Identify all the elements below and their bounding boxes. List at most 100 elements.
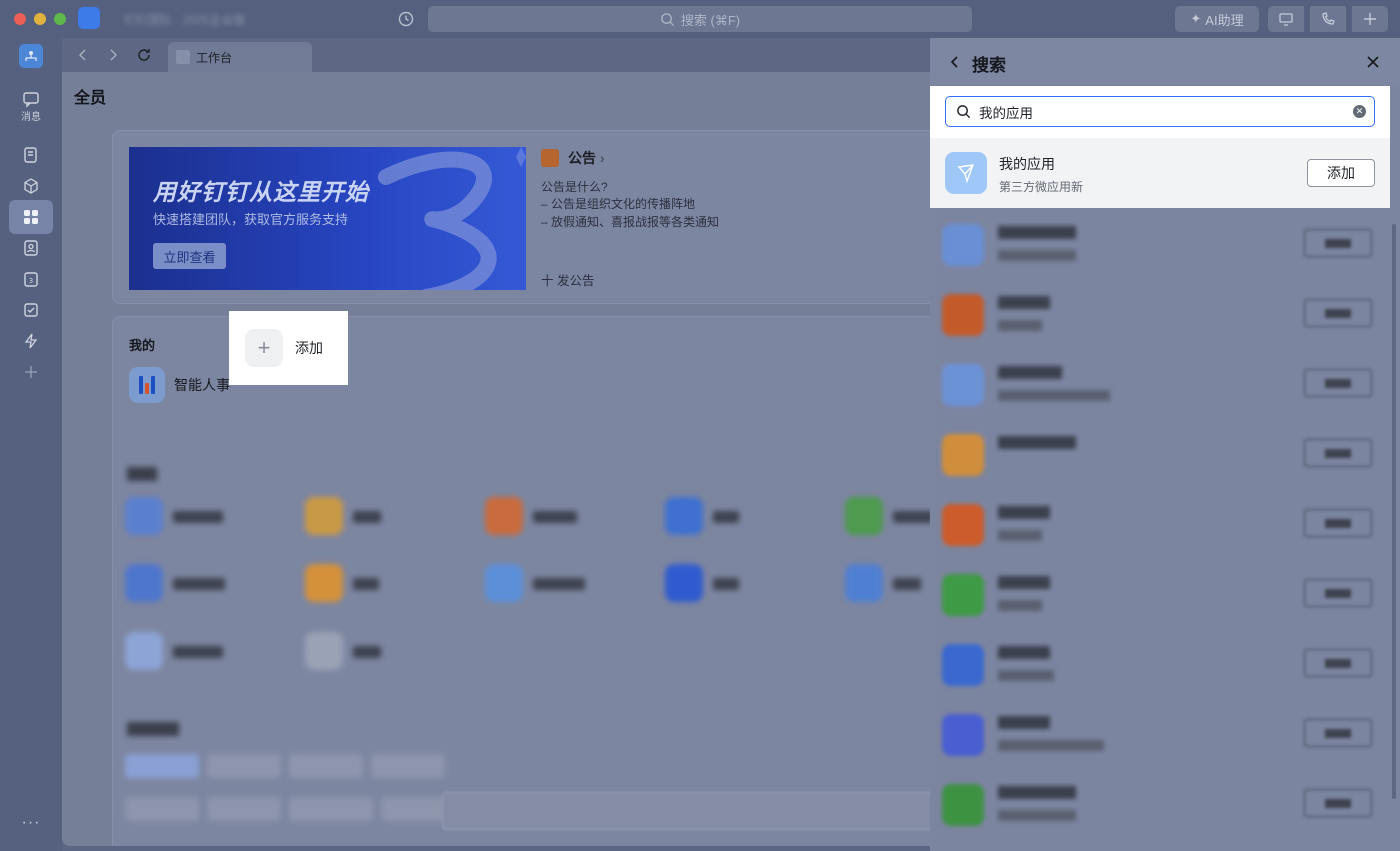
tab-workbench[interactable]: 工作台 <box>168 42 312 72</box>
add-app-button[interactable] <box>1304 719 1372 747</box>
category-tag[interactable] <box>289 797 373 821</box>
app-tile[interactable] <box>845 497 883 535</box>
category-tag[interactable] <box>381 797 445 821</box>
add-app-button[interactable] <box>1304 789 1372 817</box>
app-tile[interactable] <box>485 564 523 602</box>
search-field[interactable]: ✕ <box>945 96 1375 127</box>
list-item[interactable] <box>930 420 1390 490</box>
close-icon[interactable] <box>1364 53 1382 71</box>
list-item[interactable] <box>930 280 1390 350</box>
category-tag[interactable] <box>125 797 199 821</box>
plus-icon <box>25 366 37 378</box>
refresh-button[interactable] <box>135 46 153 64</box>
call-button[interactable] <box>1310 6 1346 32</box>
cube-icon <box>24 178 38 194</box>
list-item[interactable] <box>930 700 1390 770</box>
post-notice-button[interactable]: 十 发公告 <box>541 270 594 289</box>
category-tag[interactable] <box>125 754 199 778</box>
app-tile[interactable] <box>305 632 343 670</box>
global-search-placeholder: 搜索 (⌘F) <box>680 12 741 28</box>
category-tag[interactable] <box>207 797 281 821</box>
app-tile[interactable] <box>305 497 343 535</box>
list-item[interactable] <box>930 490 1390 560</box>
sidebar-item-add[interactable] <box>9 355 53 389</box>
app-icon <box>945 152 987 194</box>
megaphone-icon <box>541 149 559 167</box>
add-app-button[interactable]: 添加 <box>1307 159 1375 187</box>
add-app-button[interactable] <box>1304 439 1372 467</box>
search-result-item[interactable]: 我的应用 第三方微应用新 添加 <box>930 138 1390 208</box>
list-item[interactable] <box>930 350 1390 420</box>
org-name[interactable]: 钉钉团队 · 2025企业版 <box>124 11 284 25</box>
new-button[interactable] <box>1352 6 1388 32</box>
history-icon[interactable] <box>397 10 415 28</box>
document-icon <box>24 147 37 163</box>
search-input[interactable] <box>979 104 1339 119</box>
app-icon <box>942 714 984 756</box>
close-window-button[interactable] <box>14 13 26 25</box>
add-app-button[interactable] <box>1304 369 1372 397</box>
sidebar-item-flash[interactable] <box>9 324 53 358</box>
app-icon <box>942 504 984 546</box>
tab-workbench-label: 工作台 <box>196 50 233 65</box>
result-subtitle <box>998 250 1076 261</box>
sidebar-item-calendar[interactable]: 3 <box>9 262 53 296</box>
result-name <box>998 226 1076 239</box>
sidebar-item-docs[interactable] <box>9 138 53 172</box>
my-apps-card: 我的 智能人事 <box>112 316 930 846</box>
app-tile[interactable] <box>305 564 343 602</box>
add-app-button[interactable] <box>1304 229 1372 257</box>
add-app-button[interactable] <box>1304 579 1372 607</box>
app-icon <box>942 364 984 406</box>
add-app-tile[interactable]: + 添加 <box>229 311 348 385</box>
back-nav-button[interactable] <box>74 46 92 64</box>
app-tile[interactable] <box>125 564 163 602</box>
ai-assistant-label: AI助理 <box>1205 12 1244 28</box>
category-tag[interactable] <box>371 754 445 778</box>
result-name <box>998 296 1050 309</box>
app-tile[interactable] <box>125 632 163 670</box>
add-app-button[interactable] <box>1304 509 1372 537</box>
app-tile[interactable] <box>125 497 163 535</box>
sidebar-item-cube[interactable] <box>9 169 53 203</box>
zoom-window-button[interactable] <box>54 13 66 25</box>
app-smart-hr[interactable]: 智能人事 <box>129 367 230 403</box>
ai-assistant-button[interactable]: ✦ AI助理 <box>1175 6 1259 32</box>
result-subtitle: 第三方微应用新 <box>999 180 1084 194</box>
back-icon[interactable] <box>946 53 964 71</box>
minimize-window-button[interactable] <box>34 13 46 25</box>
result-name <box>998 506 1050 519</box>
list-item[interactable] <box>930 210 1390 280</box>
more-icon[interactable]: ··· <box>0 814 62 832</box>
notice-title[interactable]: 公告 › <box>568 148 605 168</box>
calendar-icon: 3 <box>24 272 38 287</box>
forward-nav-button[interactable] <box>104 46 122 64</box>
list-item[interactable] <box>930 630 1390 700</box>
sidebar-messages-label: 消息 <box>21 112 41 123</box>
app-icon <box>942 784 984 826</box>
app-tile[interactable] <box>845 564 883 602</box>
category-tag[interactable] <box>289 754 363 778</box>
banner-view-button[interactable]: 立即查看 <box>153 243 226 269</box>
list-item[interactable] <box>930 560 1390 630</box>
org-avatar[interactable] <box>19 44 43 68</box>
screenshot-toolbar[interactable] <box>442 792 930 830</box>
screen-share-button[interactable] <box>1268 6 1304 32</box>
sidebar-item-todo[interactable] <box>9 293 53 327</box>
app-tile[interactable] <box>665 564 703 602</box>
app-tile[interactable] <box>485 497 523 535</box>
sidebar-item-workbench[interactable] <box>9 200 53 234</box>
smart-hr-label: 智能人事 <box>174 377 230 393</box>
clear-icon[interactable]: ✕ <box>1353 105 1366 118</box>
app-tile[interactable] <box>665 497 703 535</box>
category-tag[interactable] <box>207 754 281 778</box>
add-app-button[interactable] <box>1304 299 1372 327</box>
result-name: 我的应用 <box>999 156 1055 172</box>
list-item[interactable] <box>930 770 1390 840</box>
scrollbar[interactable] <box>1392 224 1396 799</box>
global-search-bar[interactable]: 搜索 (⌘F) <box>428 6 972 32</box>
banner-decoration <box>378 147 526 290</box>
add-app-button[interactable] <box>1304 649 1372 677</box>
sidebar-item-contacts[interactable] <box>9 231 53 265</box>
welcome-banner[interactable]: 用好钉钉从这里开始 快速搭建团队，获取官方服务支持 立即查看 <box>129 147 526 290</box>
